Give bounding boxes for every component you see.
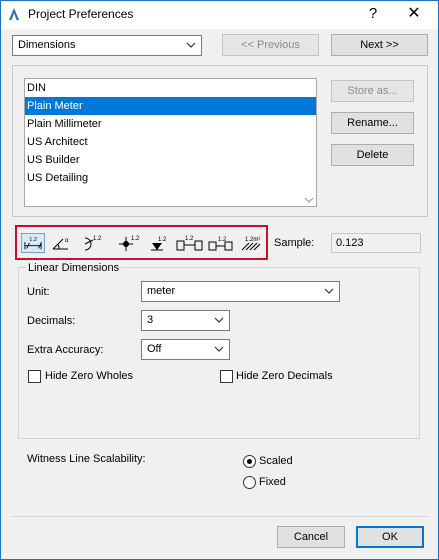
extra-accuracy-label: Extra Accuracy: bbox=[27, 344, 104, 356]
store-as-button[interactable]: Store as... bbox=[331, 80, 414, 102]
scaled-label: Scaled bbox=[259, 455, 293, 467]
chevron-down-icon bbox=[185, 36, 197, 55]
svg-text:1.2: 1.2 bbox=[158, 237, 167, 243]
extra-accuracy-dropdown[interactable]: Off bbox=[141, 339, 230, 360]
sample-field: 0.123 bbox=[331, 233, 421, 253]
hide-zero-decimals-checkbox[interactable] bbox=[220, 370, 233, 383]
fixed-label: Fixed bbox=[259, 476, 286, 488]
unit-dropdown[interactable]: meter bbox=[141, 281, 340, 302]
chevron-down-icon bbox=[323, 282, 335, 301]
preset-item-plain-millimeter[interactable]: Plain Millimeter bbox=[25, 115, 316, 133]
hide-zero-decimals-label: Hide Zero Decimals bbox=[236, 370, 333, 382]
title-bar: Project Preferences ? ✕ bbox=[1, 1, 438, 29]
linear-dimensions-title: Linear Dimensions bbox=[26, 262, 122, 274]
svg-text:1.2: 1.2 bbox=[131, 236, 140, 242]
svg-text:1.2: 1.2 bbox=[218, 237, 227, 243]
svg-text:1.2: 1.2 bbox=[185, 236, 194, 242]
decimals-dropdown-value: 3 bbox=[147, 314, 154, 326]
linear-dimension-icon[interactable]: 1.2 bbox=[21, 233, 45, 253]
close-button[interactable]: ✕ bbox=[401, 3, 427, 25]
witness-line-label: Witness Line Scalability: bbox=[27, 453, 146, 465]
extra-accuracy-dropdown-value: Off bbox=[147, 343, 162, 355]
radial-dimension-icon[interactable]: 1.2 bbox=[79, 233, 103, 253]
window-title: Project Preferences bbox=[28, 7, 134, 21]
preset-item-plain-meter[interactable]: Plain Meter bbox=[25, 97, 316, 115]
fixed-radio[interactable] bbox=[243, 476, 256, 489]
preset-list[interactable]: DIN Plain Meter Plain Millimeter US Arch… bbox=[24, 78, 317, 207]
next-button[interactable]: Next >> bbox=[331, 34, 428, 56]
sill-height-dimension-icon[interactable]: 1.2 bbox=[207, 233, 235, 253]
scaled-radio[interactable] bbox=[243, 455, 256, 468]
scroll-down-arrow-icon[interactable] bbox=[304, 195, 314, 203]
sample-label: Sample: bbox=[274, 237, 315, 249]
area-dimension-icon[interactable]: 1.2m² bbox=[239, 233, 263, 253]
footer-separator bbox=[12, 516, 428, 517]
level-dimension-icon[interactable]: 1.2 bbox=[117, 233, 141, 253]
svg-text:1.2: 1.2 bbox=[93, 236, 102, 242]
hide-zero-wholes-checkbox[interactable] bbox=[28, 370, 41, 383]
dimension-type-toolbar: 1.2 α 1.2 1.2 1.2 1.2 1.2 1.2m² bbox=[15, 225, 268, 260]
radio-selected-dot bbox=[247, 459, 252, 464]
preset-item-us-architect[interactable]: US Architect bbox=[25, 133, 316, 151]
project-preferences-window: Project Preferences ? ✕ Dimensions << Pr… bbox=[0, 0, 439, 560]
elevation-dimension-icon[interactable]: 1.2 bbox=[147, 233, 171, 253]
help-button[interactable]: ? bbox=[361, 3, 385, 25]
chevron-down-icon bbox=[213, 340, 225, 359]
hide-zero-wholes-label: Hide Zero Wholes bbox=[45, 370, 134, 382]
decimals-label: Decimals: bbox=[27, 315, 76, 327]
decimals-dropdown[interactable]: 3 bbox=[141, 310, 230, 331]
svg-text:1.2: 1.2 bbox=[29, 237, 36, 243]
angle-dimension-icon[interactable]: α bbox=[50, 233, 74, 253]
door-window-dimension-icon[interactable]: 1.2 bbox=[175, 233, 205, 253]
archicad-app-icon bbox=[7, 7, 21, 21]
category-dropdown[interactable]: Dimensions bbox=[12, 35, 202, 56]
unit-dropdown-value: meter bbox=[147, 285, 176, 297]
delete-button[interactable]: Delete bbox=[331, 144, 414, 166]
category-dropdown-value: Dimensions bbox=[18, 39, 76, 51]
svg-text:α: α bbox=[65, 238, 69, 244]
preset-item-us-detailing[interactable]: US Detailing bbox=[25, 169, 316, 187]
previous-button[interactable]: << Previous bbox=[222, 34, 319, 56]
chevron-down-icon bbox=[213, 311, 225, 330]
unit-label: Unit: bbox=[27, 286, 50, 298]
svg-text:1.2m²: 1.2m² bbox=[245, 237, 260, 243]
rename-button[interactable]: Rename... bbox=[331, 112, 414, 134]
preset-item-us-builder[interactable]: US Builder bbox=[25, 151, 316, 169]
ok-button[interactable]: OK bbox=[356, 526, 424, 548]
preset-item-din[interactable]: DIN bbox=[25, 79, 316, 97]
cancel-button[interactable]: Cancel bbox=[277, 526, 345, 548]
